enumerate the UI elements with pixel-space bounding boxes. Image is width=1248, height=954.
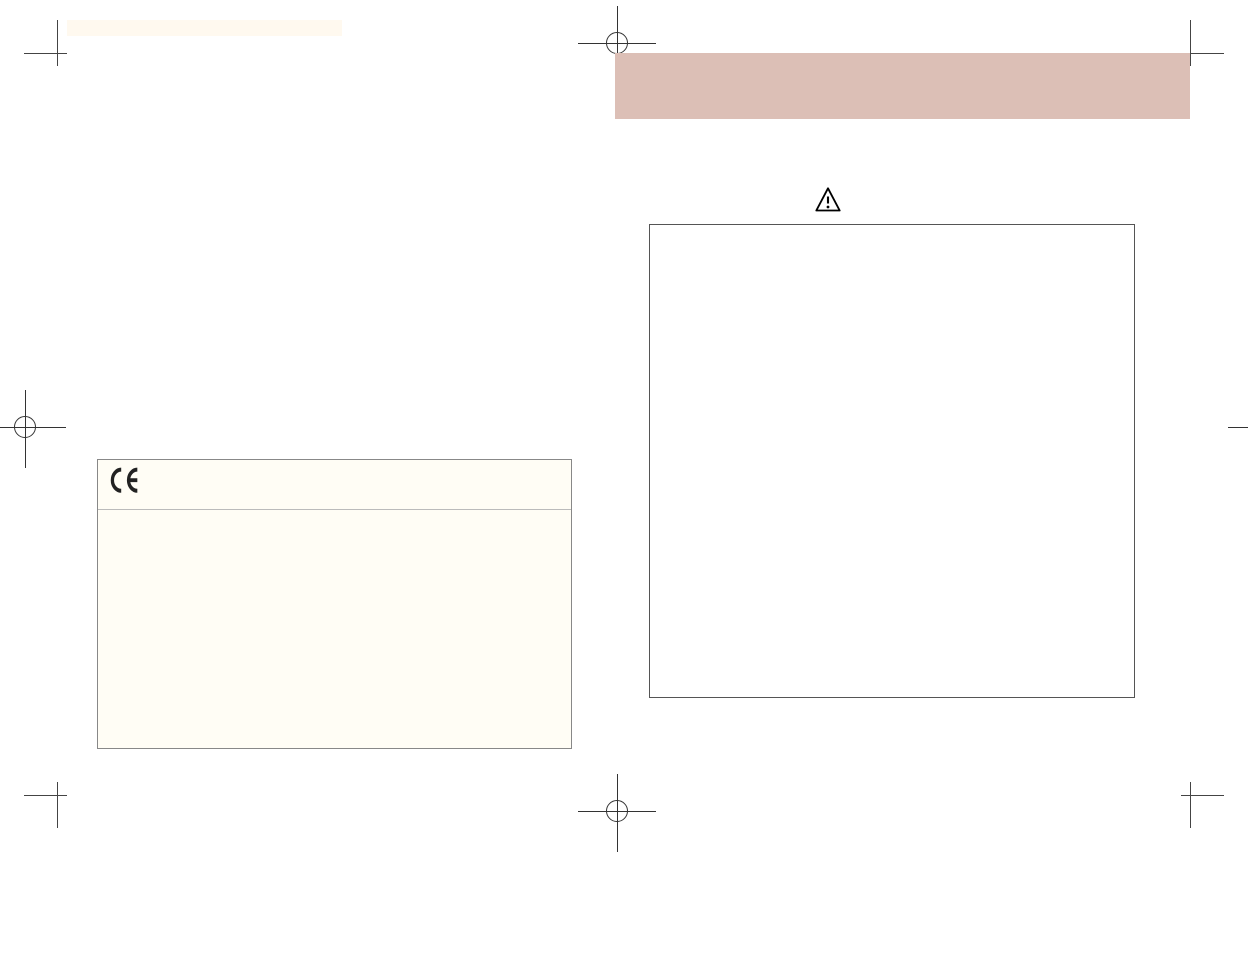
ce-box-header xyxy=(98,460,571,510)
crop-mark xyxy=(1190,782,1191,828)
section-banner xyxy=(615,53,1190,119)
crop-mark xyxy=(57,20,58,66)
crop-mark xyxy=(1181,795,1224,796)
ce-compliance-box xyxy=(97,459,572,749)
crop-mark xyxy=(24,795,67,796)
crop-mark xyxy=(1190,20,1191,66)
ce-mark-icon xyxy=(108,462,152,508)
crop-mark xyxy=(24,53,67,54)
header-strip xyxy=(67,20,342,36)
warning-icon xyxy=(814,186,842,214)
warning-box xyxy=(649,224,1135,698)
document-page xyxy=(0,0,1248,954)
crop-mark xyxy=(57,782,58,828)
